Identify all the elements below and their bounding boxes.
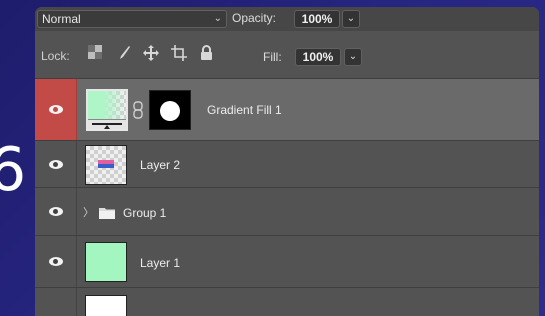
chevron-down-icon: ⌄ [213,13,222,24]
layer-visibility-toggle [35,288,77,316]
lock-transparent-pixels-icon[interactable] [88,45,102,63]
layer-row[interactable] [35,287,539,316]
opacity-input[interactable]: 100% [294,10,340,28]
layers-panel: Normal ⌄ Opacity: 100% ⌄ Lock: Fill: 100… [35,7,539,316]
gradient-ramp-icon [88,119,126,129]
layer-name[interactable]: Group 1 [123,206,166,220]
layer-mask-thumbnail[interactable] [149,90,191,130]
layer-name[interactable]: Layer 1 [140,256,180,270]
opacity-label: Opacity: [232,11,277,25]
background-glyph: 6 [0,135,27,205]
layer-thumbnail[interactable] [85,295,127,316]
layer-name[interactable]: Gradient Fill 1 [207,103,282,117]
lock-image-pixels-icon[interactable] [117,45,131,65]
layer-row[interactable]: Layer 1 [35,235,539,287]
eye-icon [48,207,63,216]
lock-position-icon[interactable] [143,45,159,65]
lock-fill-row: Lock: Fill: 100% ⌄ [35,41,539,71]
layer-visibility-toggle[interactable] [35,79,77,140]
folder-icon [99,206,115,224]
gradient-fill-thumbnail[interactable] [86,89,128,131]
blend-mode-value: Normal [42,12,81,26]
expand-chevron-icon[interactable]: 〉 [83,204,94,220]
lock-label: Lock: [41,49,70,63]
layer-visibility-toggle[interactable] [35,188,77,235]
mask-link-icon[interactable] [133,101,143,124]
layer-visibility-toggle[interactable] [35,141,77,187]
eye-icon [48,159,63,169]
opacity-dropdown-button[interactable]: ⌄ [342,10,360,28]
fill-input[interactable]: 100% [295,48,341,66]
layer-row[interactable]: Gradient Fill 1 [35,78,539,140]
lock-artboard-icon[interactable] [171,45,187,65]
fill-label: Fill: [263,50,282,64]
blend-opacity-row: Normal ⌄ Opacity: 100% ⌄ [35,7,539,31]
layer-row[interactable]: Layer 2 [35,140,539,187]
layer-name[interactable]: Layer 2 [140,158,180,172]
blend-mode-select[interactable]: Normal ⌄ [37,10,227,28]
layer-visibility-toggle[interactable] [35,236,77,287]
eye-icon [48,105,63,114]
layer-thumbnail[interactable] [85,242,127,282]
eye-icon [48,257,63,266]
fill-dropdown-button[interactable]: ⌄ [344,48,362,66]
layer-thumbnail[interactable] [85,145,127,185]
lock-all-icon[interactable] [200,45,213,65]
layer-group-row[interactable]: 〉 Group 1 [35,187,539,235]
